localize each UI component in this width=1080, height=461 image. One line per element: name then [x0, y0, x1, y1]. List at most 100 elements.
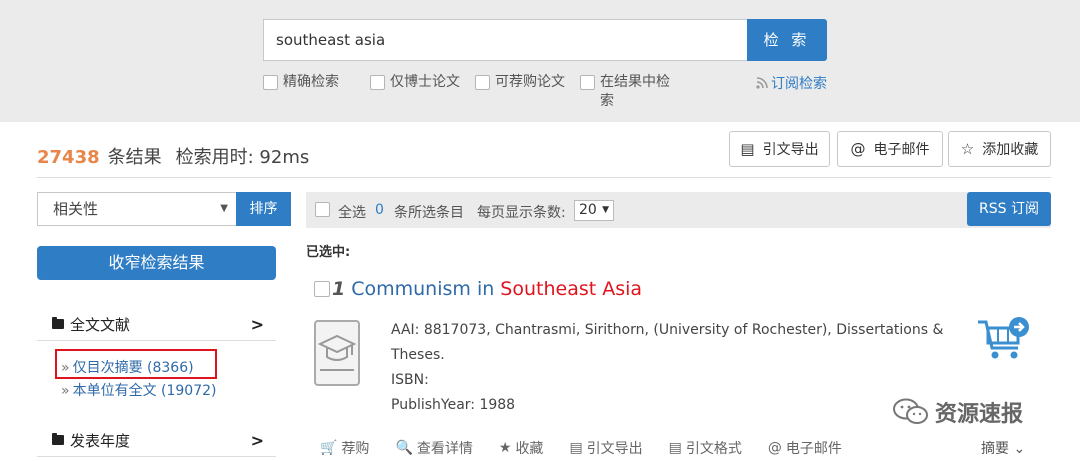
- selected-heading: 已选中:: [306, 245, 351, 260]
- option-exact[interactable]: 精确检索: [263, 73, 339, 92]
- export-action-label: 引文导出: [586, 441, 643, 457]
- narrow-results-button[interactable]: 收窄检索结果: [37, 246, 276, 280]
- chevron-right-icon: >: [250, 314, 264, 334]
- result-title: 1 Communism in Southeast Asia: [314, 278, 642, 300]
- option-exact-label: 精确检索: [283, 74, 339, 90]
- select-all-checkbox[interactable]: [315, 202, 330, 217]
- star-icon: ☆: [960, 140, 975, 158]
- selected-count: 0: [375, 202, 384, 218]
- server-icon: ▤: [668, 440, 682, 456]
- result-meta-source: AAI: 8817073, Chantrasmi, Sirithorn, (Un…: [391, 322, 944, 338]
- result-title-highlight[interactable]: Southeast Asia: [500, 278, 642, 300]
- result-meta-source-cont: Theses.: [391, 347, 445, 363]
- add-to-cart-icon[interactable]: [976, 316, 1032, 362]
- facet-item-label: 本单位有全文: [72, 383, 157, 399]
- favorite-label: 添加收藏: [982, 142, 1039, 158]
- email-action[interactable]: @ 电子邮件: [768, 438, 842, 458]
- view-details-label: 查看详情: [416, 441, 473, 457]
- favorite-action[interactable]: ★ 收藏: [499, 438, 544, 458]
- result-actions: 🛒 荐购 🔍 查看详情 ★ 收藏 ▤ 引文导出 ▤ 引文格式 @ 电子邮件: [320, 438, 868, 458]
- facet-item-fulltext-local[interactable]: » 本单位有全文 (19072): [61, 380, 217, 400]
- per-page-select[interactable]: 20 ▼: [574, 200, 614, 221]
- cart-icon: 🛒: [320, 440, 338, 456]
- facet-fulltext-label: 全文文献: [70, 315, 131, 334]
- search-time: 检索用时: 92ms: [175, 147, 310, 168]
- per-page-label: 每页显示条数:: [477, 205, 566, 221]
- rss-icon: [756, 77, 768, 89]
- result-title-link[interactable]: Communism in: [351, 278, 494, 300]
- export-action[interactable]: ▤ 引文导出: [569, 438, 642, 458]
- abstract-label: 摘要: [981, 441, 1009, 457]
- subscribe-label: 订阅检索: [771, 76, 827, 92]
- wechat-icon: [893, 398, 928, 424]
- watermark-text: 资源速报: [935, 402, 1024, 427]
- result-count: 27438 条结果 检索用时: 92ms: [37, 143, 309, 169]
- email-label: 电子邮件: [873, 142, 930, 158]
- double-chevron-icon: »: [61, 383, 70, 399]
- result-meta-isbn: ISBN:: [391, 372, 429, 388]
- option-recommend[interactable]: 可荐购论文: [475, 73, 565, 92]
- add-favorite-button[interactable]: ☆ 添加收藏: [948, 131, 1051, 167]
- watermark: 资源速报: [893, 396, 1023, 428]
- subscribe-search-link[interactable]: 订阅检索: [756, 73, 827, 93]
- per-page-value: 20: [579, 202, 597, 218]
- phd-checkbox[interactable]: [370, 75, 385, 90]
- exact-checkbox[interactable]: [263, 75, 278, 90]
- sort-value: 相关性: [53, 200, 99, 218]
- email-button[interactable]: @ 电子邮件: [837, 131, 943, 167]
- dissertation-thumbnail[interactable]: [314, 320, 360, 386]
- select-all-label[interactable]: 全选: [338, 202, 366, 222]
- citation-format-action[interactable]: ▤ 引文格式: [669, 438, 742, 458]
- search-input[interactable]: southeast asia: [263, 19, 747, 61]
- selected-items-link[interactable]: 条所选条目: [394, 202, 464, 222]
- folder-icon: [52, 317, 64, 329]
- folder-icon: [52, 433, 64, 445]
- option-phd-label: 仅博士论文: [390, 74, 460, 90]
- rss-subscribe-button[interactable]: RSS 订阅: [967, 192, 1051, 226]
- option-within-label: 在结果中检 索: [600, 73, 670, 111]
- option-within-line1: 在结果中检: [600, 74, 670, 90]
- facet-fulltext[interactable]: 全文文献 >: [52, 313, 264, 335]
- result-count-label: 条结果: [107, 147, 162, 168]
- chevron-right-icon: >: [250, 430, 264, 450]
- result-checkbox[interactable]: [314, 281, 330, 297]
- abstract-toggle[interactable]: 摘要 ⌄: [981, 438, 1025, 458]
- graduation-cap-icon: [317, 334, 357, 371]
- email-action-label: 电子邮件: [785, 441, 842, 457]
- result-meta-year: PublishYear: 1988: [391, 397, 516, 413]
- list-icon: ▤: [740, 140, 755, 158]
- result-number: 1: [332, 278, 346, 300]
- result-count-number: 27438: [37, 147, 100, 168]
- caret-down-icon: ▼: [220, 203, 228, 214]
- recommend-action[interactable]: 🛒 荐购: [320, 438, 369, 458]
- favorite-label: 收藏: [515, 441, 544, 457]
- search-button[interactable]: 检 索: [747, 19, 827, 61]
- star-icon: ★: [498, 440, 512, 456]
- option-recommend-label: 可荐购论文: [495, 74, 565, 90]
- sort-select[interactable]: 相关性 ▼: [37, 192, 237, 226]
- search-header: southeast asia 检 索 精确检索 仅博士论文 可荐购论文 在结果中…: [0, 0, 1080, 122]
- facet-year-label: 发表年度: [70, 431, 131, 450]
- view-details-action[interactable]: 🔍 查看详情: [395, 438, 472, 458]
- option-within[interactable]: 在结果中检 索: [580, 73, 670, 111]
- facet-year[interactable]: 发表年度 >: [52, 429, 264, 451]
- search-icon: 🔍: [395, 440, 413, 456]
- citation-format-label: 引文格式: [685, 441, 742, 457]
- caret-down-icon: ▼: [602, 205, 609, 215]
- divider: [37, 456, 276, 457]
- option-within-line2: 索: [600, 93, 614, 109]
- divider: [37, 340, 276, 341]
- list-icon: ▤: [569, 440, 583, 456]
- facet-item-count: (19072): [161, 383, 217, 399]
- recommend-label: 荐购: [341, 441, 370, 457]
- export-citation-button[interactable]: ▤ 引文导出: [729, 131, 830, 167]
- divider: [37, 177, 1051, 178]
- chevron-down-icon: ⌄: [1013, 441, 1026, 457]
- recommend-checkbox[interactable]: [475, 75, 490, 90]
- option-phd[interactable]: 仅博士论文: [370, 73, 460, 92]
- at-icon: @: [767, 440, 782, 456]
- at-icon: @: [850, 140, 866, 158]
- within-checkbox[interactable]: [580, 75, 595, 90]
- export-label: 引文导出: [762, 142, 819, 158]
- sort-button[interactable]: 排序: [236, 192, 291, 226]
